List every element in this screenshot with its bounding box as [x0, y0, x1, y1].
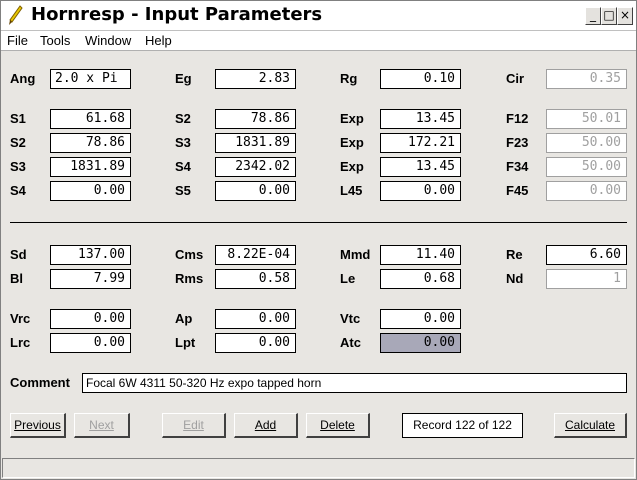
label-s4-col2: S4	[175, 159, 191, 174]
add-button[interactable]: Add	[234, 413, 298, 438]
label-f23: F23	[506, 135, 529, 150]
menu-window[interactable]: Window	[85, 33, 131, 48]
field-ap[interactable]: 0.00	[215, 309, 296, 329]
field-re[interactable]: 6.60	[546, 245, 627, 265]
label-nd: Nd	[506, 271, 524, 286]
field-atc[interactable]: 0.00	[380, 333, 461, 353]
field-s1[interactable]: 61.68	[50, 109, 131, 129]
label-exp1: Exp	[340, 111, 364, 126]
label-s2-col2: S2	[175, 111, 191, 126]
label-cms: Cms	[175, 247, 204, 262]
label-l45: L45	[340, 183, 363, 198]
close-icon[interactable]: ×	[617, 7, 633, 25]
pencil-icon	[9, 5, 23, 25]
field-lrc[interactable]: 0.00	[50, 333, 131, 353]
menu-help[interactable]: Help	[145, 33, 172, 48]
field-mmd[interactable]: 11.40	[380, 245, 461, 265]
label-ap: Ap	[175, 311, 193, 326]
field-vrc[interactable]: 0.00	[50, 309, 131, 329]
label-sd: Sd	[10, 247, 27, 262]
label-re: Re	[506, 247, 523, 262]
label-s3-col2: S3	[175, 135, 191, 150]
field-rms[interactable]: 0.58	[215, 269, 296, 289]
field-ang[interactable]: 2.0 x Pi	[50, 69, 131, 89]
window-title: Hornresp - Input Parameters	[31, 4, 323, 25]
delete-button[interactable]: Delete	[306, 413, 370, 438]
field-rg[interactable]: 0.10	[380, 69, 461, 89]
previous-button[interactable]: Previous	[10, 413, 66, 438]
label-s1: S1	[10, 111, 26, 126]
label-vtc: Vtc	[340, 311, 361, 326]
label-s3: S3	[10, 159, 26, 174]
field-cms[interactable]: 8.22E-04	[215, 245, 296, 265]
field-s2-col2[interactable]: 78.86	[215, 109, 296, 129]
field-s4[interactable]: 0.00	[50, 181, 131, 201]
edit-button[interactable]: Edit	[162, 413, 226, 438]
calculate-button[interactable]: Calculate	[554, 413, 627, 438]
comment-field[interactable]: Focal 6W 4311 50-320 Hz expo tapped horn	[82, 373, 627, 393]
label-atc: Atc	[340, 335, 361, 350]
status-bar	[2, 458, 635, 478]
label-lpt: Lpt	[175, 335, 196, 350]
label-comment: Comment	[10, 375, 70, 390]
field-sd[interactable]: 137.00	[50, 245, 131, 265]
menu-file[interactable]: File	[7, 33, 28, 48]
title-bar[interactable]: Hornresp - Input Parameters _ □ ×	[1, 1, 636, 31]
label-f12: F12	[506, 111, 529, 126]
minimize-icon[interactable]: _	[585, 7, 601, 25]
label-vrc: Vrc	[10, 311, 31, 326]
hornresp-window: Hornresp - Input Parameters _ □ × File T…	[0, 0, 637, 480]
field-vtc[interactable]: 0.00	[380, 309, 461, 329]
field-f34: 50.00	[546, 157, 627, 177]
label-s4: S4	[10, 183, 26, 198]
label-ang: Ang	[10, 71, 36, 86]
field-s4-col2[interactable]: 2342.02	[215, 157, 296, 177]
field-f12: 50.01	[546, 109, 627, 129]
label-s5: S5	[175, 183, 191, 198]
field-exp1[interactable]: 13.45	[380, 109, 461, 129]
field-s3-col2[interactable]: 1831.89	[215, 133, 296, 153]
label-exp3: Exp	[340, 159, 364, 174]
field-exp3[interactable]: 13.45	[380, 157, 461, 177]
section-divider	[10, 222, 627, 223]
menu-bar: File Tools Window Help	[1, 31, 636, 51]
label-mmd: Mmd	[340, 247, 371, 262]
label-s2: S2	[10, 135, 26, 150]
field-f23: 50.00	[546, 133, 627, 153]
record-indicator: Record 122 of 122	[402, 413, 523, 438]
label-cir: Cir	[506, 71, 525, 86]
label-lrc: Lrc	[10, 335, 31, 350]
label-rms: Rms	[175, 271, 204, 286]
menu-tools[interactable]: Tools	[40, 33, 70, 48]
field-eg[interactable]: 2.83	[215, 69, 296, 89]
next-button[interactable]: Next	[74, 413, 130, 438]
field-s3[interactable]: 1831.89	[50, 157, 131, 177]
label-le: Le	[340, 271, 356, 286]
label-f34: F34	[506, 159, 529, 174]
field-bl[interactable]: 7.99	[50, 269, 131, 289]
field-exp2[interactable]: 172.21	[380, 133, 461, 153]
label-eg: Eg	[175, 71, 192, 86]
field-s5[interactable]: 0.00	[215, 181, 296, 201]
field-cir: 0.35	[546, 69, 627, 89]
field-f45: 0.00	[546, 181, 627, 201]
field-nd: 1	[546, 269, 627, 289]
maximize-icon[interactable]: □	[601, 7, 617, 25]
field-lpt[interactable]: 0.00	[215, 333, 296, 353]
field-l45[interactable]: 0.00	[380, 181, 461, 201]
field-s2[interactable]: 78.86	[50, 133, 131, 153]
label-bl: Bl	[10, 271, 23, 286]
label-exp2: Exp	[340, 135, 364, 150]
label-f45: F45	[506, 183, 529, 198]
label-rg: Rg	[340, 71, 358, 86]
field-le[interactable]: 0.68	[380, 269, 461, 289]
